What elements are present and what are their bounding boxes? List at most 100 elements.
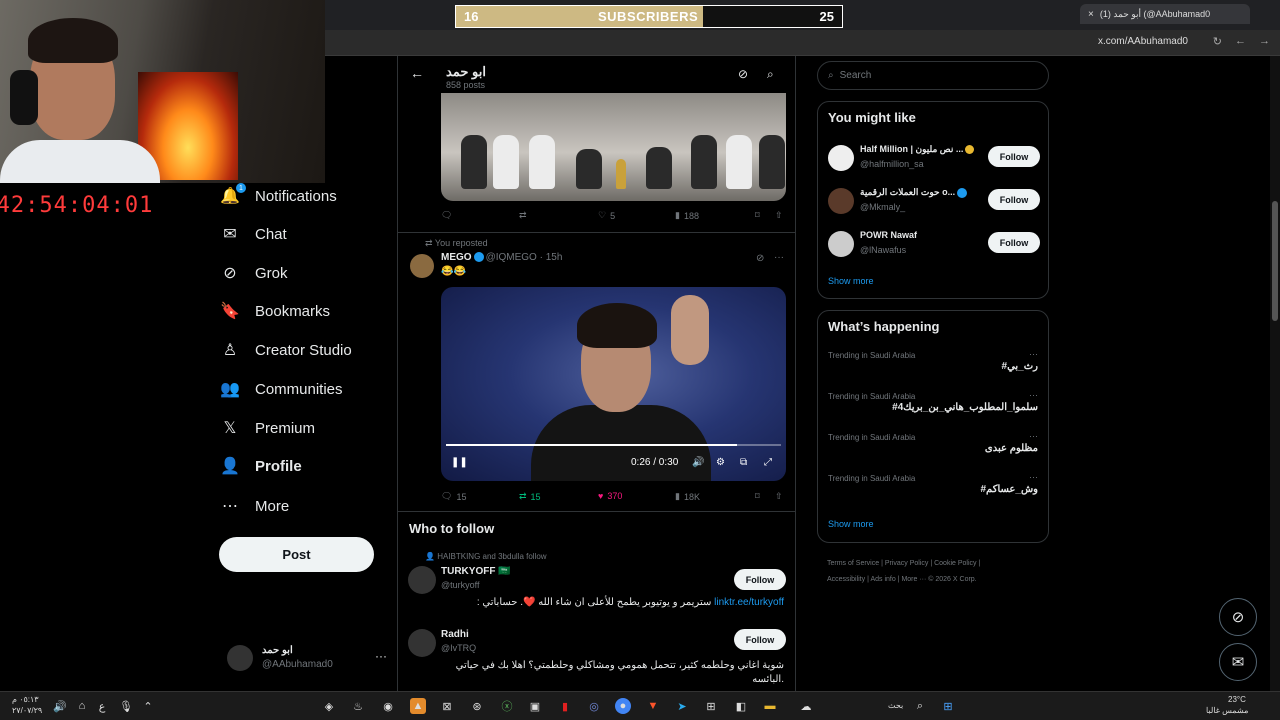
- steam-icon[interactable]: ♨: [350, 698, 366, 714]
- app-icon[interactable]: ◉: [380, 698, 396, 714]
- show-more-link[interactable]: Show more: [828, 276, 874, 286]
- follow-button[interactable]: Follow: [734, 629, 786, 650]
- show-more-link[interactable]: Show more: [828, 519, 874, 529]
- share-icon[interactable]: ⇧: [775, 210, 783, 221]
- trend-item[interactable]: Trending in Saudi Arabia ··· #سلموا_المطلو…: [818, 390, 1048, 432]
- user-bio: شوية اغاني وحلطمه كثير، تتحمل همومي ومشا…: [455, 660, 784, 685]
- user-handle: @Mkmaly_: [860, 202, 906, 212]
- nav-communities[interactable]: 👥 Communities: [219, 378, 343, 400]
- brave-icon[interactable]: ▼: [645, 698, 661, 714]
- app-icon[interactable]: ⊠: [439, 698, 455, 714]
- close-tab-icon[interactable]: ×: [1088, 9, 1094, 20]
- views-button[interactable]: ▮ 188: [675, 210, 699, 221]
- app-icon[interactable]: ▮: [557, 698, 573, 714]
- tweet-author[interactable]: MEGO @IQMEGO · 15h: [441, 252, 562, 263]
- grok-icon[interactable]: ⊘: [756, 253, 764, 264]
- trend-item[interactable]: Trending in Saudi Arabia ··· #رث_بي: [818, 349, 1048, 391]
- video-player[interactable]: ❚❚ 0:26 / 0:30 🔊 ⚙ ⧉ ⤢: [441, 287, 786, 481]
- weather-desc[interactable]: مشمس غالبا: [1206, 706, 1248, 715]
- clock-date[interactable]: ٢٧/٠٧/٢٩: [12, 706, 42, 715]
- bookmark-icon[interactable]: ⌑: [755, 491, 760, 502]
- search-icon[interactable]: ⌕: [767, 67, 774, 82]
- like-button[interactable]: ♡ 5: [598, 210, 615, 221]
- search-input[interactable]: ⌕ Search: [817, 61, 1049, 90]
- search-icon[interactable]: ⌕: [912, 698, 928, 714]
- bookmark-icon[interactable]: ⌑: [755, 210, 760, 221]
- store-icon[interactable]: ⊞: [703, 698, 719, 714]
- footer-links[interactable]: Terms of Service | Privacy Policy | Cook…: [827, 556, 1042, 588]
- tweet-image[interactable]: [441, 93, 786, 201]
- network-icon[interactable]: ⌂: [74, 698, 90, 714]
- suggestion-row[interactable]: Half Million | نص مليون ... @halfmillion…: [818, 142, 1048, 176]
- follow-button[interactable]: Follow: [734, 569, 786, 590]
- folder-icon[interactable]: ▬: [762, 698, 778, 714]
- more-icon[interactable]: ···: [375, 649, 387, 663]
- grok-icon[interactable]: ⊘: [1219, 598, 1257, 636]
- reply-icon[interactable]: 🗨: [441, 210, 456, 221]
- volume-icon[interactable]: 🔊: [692, 457, 704, 468]
- views-button[interactable]: ▮ 18K: [675, 491, 700, 502]
- language-indicator[interactable]: ع: [94, 698, 110, 714]
- post-button[interactable]: Post: [219, 537, 374, 572]
- app-icon[interactable]: ▣: [527, 698, 543, 714]
- video-progress-bar[interactable]: [446, 444, 781, 446]
- fullscreen-icon[interactable]: ⤢: [764, 457, 772, 468]
- windows-start-icon[interactable]: ⊞: [940, 698, 956, 714]
- volume-icon[interactable]: 🔊: [52, 698, 68, 714]
- app-icon[interactable]: ⊛: [469, 698, 485, 714]
- telegram-icon[interactable]: ➤: [674, 698, 690, 714]
- nav-notifications[interactable]: 🔔 1 Notifications: [219, 183, 337, 207]
- trend-item[interactable]: Trending in Saudi Arabia ··· #وش_عساكم: [818, 472, 1048, 514]
- nav-creator-studio[interactable]: ♙ Creator Studio: [219, 339, 352, 361]
- xbox-icon[interactable]: ⓧ: [499, 698, 515, 714]
- nav-more[interactable]: ⋯ More: [219, 495, 289, 517]
- suggestion-row[interactable]: POWR Nawaf @lNawafus Follow: [818, 228, 1048, 262]
- browser-tab[interactable]: × (1) أبو حمد (@AAbuhamad0: [1080, 4, 1250, 24]
- trend-item[interactable]: Trending in Saudi Arabia ··· مظلوم عبدى: [818, 431, 1048, 473]
- chevron-up-icon[interactable]: ⌃: [140, 698, 156, 714]
- share-icon[interactable]: ⇧: [775, 491, 783, 502]
- follow-button[interactable]: Follow: [988, 189, 1040, 210]
- scrollbar[interactable]: [1270, 56, 1280, 691]
- messages-icon[interactable]: ✉: [1219, 643, 1257, 681]
- account-switcher[interactable]: ابو حمد @AAbuhamad0 ···: [227, 645, 387, 671]
- nav-premium[interactable]: 𝕏 Premium: [219, 417, 315, 439]
- discord-icon[interactable]: ◎: [586, 698, 602, 714]
- nav-chat[interactable]: ✉ Chat: [219, 223, 286, 245]
- reload-icon[interactable]: ↻: [1213, 35, 1222, 48]
- clock-time[interactable]: ٠٥:١٣ م: [12, 695, 39, 704]
- repost-icon[interactable]: ⇄: [519, 210, 531, 221]
- app-icon[interactable]: ▲: [410, 698, 426, 714]
- reply-button[interactable]: 🗨 15: [441, 491, 466, 502]
- nav-profile[interactable]: 👤 Profile: [219, 455, 302, 477]
- forward-icon[interactable]: →: [1259, 35, 1270, 47]
- pause-icon[interactable]: ❚❚: [451, 457, 468, 468]
- nav-label: Creator Studio: [255, 341, 352, 359]
- widget-icon[interactable]: ☁: [790, 698, 822, 714]
- back-arrow-icon[interactable]: ←: [410, 65, 424, 81]
- settings-icon[interactable]: ⚙: [716, 457, 725, 468]
- repost-button[interactable]: ⇄ 15: [519, 491, 541, 502]
- like-button[interactable]: ♥ 370: [598, 491, 622, 501]
- bio-link[interactable]: linktr.ee/turkyoff: [714, 597, 784, 608]
- suggestion-row[interactable]: حوت العملات الرقمية o... @Mkmaly_ Follow: [818, 185, 1048, 219]
- mic-icon[interactable]: 🎙: [118, 698, 134, 714]
- back-icon[interactable]: ←: [1235, 35, 1246, 47]
- user-handle: @turkyoff: [441, 580, 480, 590]
- weather-temp[interactable]: 23°C: [1228, 695, 1246, 704]
- follow-button[interactable]: Follow: [988, 146, 1040, 167]
- avatar[interactable]: [410, 254, 434, 278]
- app-icon[interactable]: ◧: [733, 698, 749, 714]
- nav-grok[interactable]: ⊘ Grok: [219, 262, 287, 284]
- follow-button[interactable]: Follow: [988, 232, 1040, 253]
- more-icon[interactable]: ···: [774, 252, 784, 263]
- taskbar-search[interactable]: بحث: [888, 701, 903, 710]
- url-field[interactable]: x.com/AAbuhamad0: [1098, 36, 1188, 47]
- nav-bookmarks[interactable]: 🔖 Bookmarks: [219, 300, 330, 322]
- grok-icon[interactable]: ⊘: [738, 67, 748, 81]
- app-icon[interactable]: ◈: [321, 698, 337, 714]
- x-logo-icon: 𝕏: [223, 420, 237, 437]
- pip-icon[interactable]: ⧉: [740, 457, 747, 468]
- taskbar: ٠٥:١٣ م ٢٧/٠٧/٢٩ 🔊 ⌂ ع 🎙 ⌃ ◈ ♨ ◉ ▲ ⊠ ⊛ ⓧ…: [0, 691, 1280, 720]
- chrome-icon[interactable]: ●: [615, 698, 631, 714]
